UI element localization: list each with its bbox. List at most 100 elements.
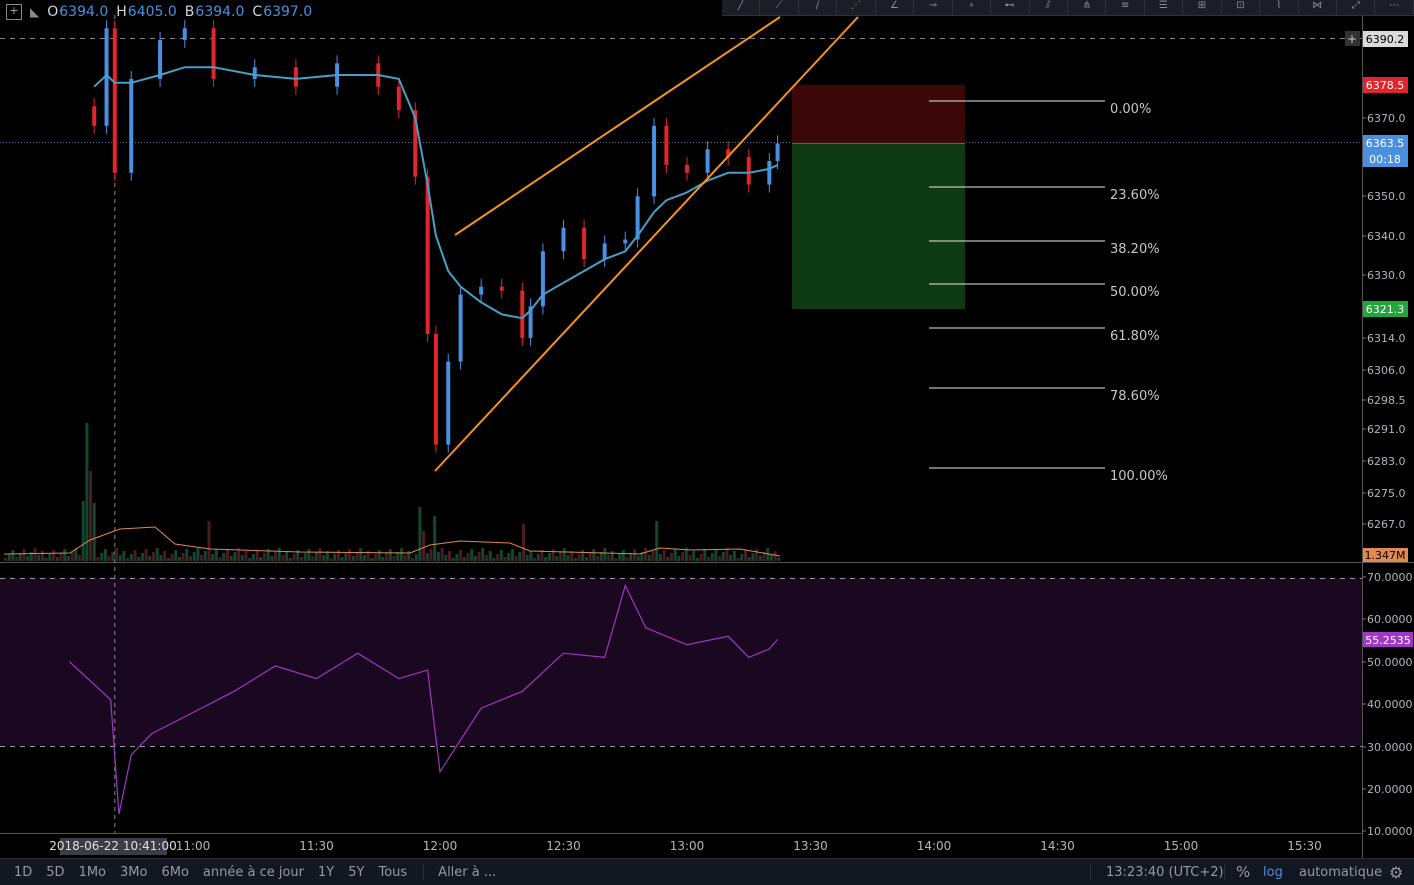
range-1d[interactable]: 1D [14, 865, 32, 880]
candle-body [433, 333, 438, 445]
volume-bar [562, 548, 566, 561]
pitchfork-tool-icon[interactable]: ⋔ [1068, 0, 1107, 14]
volume-bar [200, 555, 204, 561]
volume-bar [673, 549, 677, 561]
volume-bar [503, 557, 507, 561]
volume-bar [681, 552, 685, 561]
volume-bar [440, 548, 444, 561]
volume-bar [496, 554, 500, 561]
toolbar-divider [1224, 864, 1225, 880]
volume-bar [207, 521, 211, 561]
price-tick-label: 6298.5 [1367, 394, 1406, 407]
pattern-tool-icon[interactable]: ⋈ [1299, 0, 1337, 14]
volume-bar [588, 553, 592, 561]
volume-bar [522, 524, 525, 561]
candle-body [129, 78, 134, 173]
candle-body [746, 157, 751, 185]
measure-tool-icon[interactable]: ⤢ [1337, 0, 1376, 14]
price-badge-label: 6363.5 [1366, 137, 1405, 150]
fib-level-label: 78.60% [1110, 389, 1160, 404]
volume-bar [185, 549, 189, 561]
volume-bar [303, 553, 307, 561]
grid-tool-icon[interactable]: ⊞ [1183, 0, 1222, 14]
volume-bar [333, 554, 337, 561]
volume-bar [507, 553, 511, 561]
volume-bar [488, 551, 492, 561]
auto-scale-toggle[interactable]: automatique [1299, 865, 1382, 880]
clock[interactable]: 13:23:40 (UTC+2) [1106, 865, 1224, 880]
volume-bar [129, 554, 133, 561]
candle-body [211, 28, 216, 79]
range-5d[interactable]: 5D [46, 865, 64, 880]
volume-bar [614, 558, 618, 561]
candle-body [499, 286, 504, 291]
range-all[interactable]: Tous [378, 865, 407, 880]
angle-tool-icon[interactable]: ∠ [876, 0, 915, 14]
line-tool-icon[interactable]: ╱ [722, 0, 761, 14]
fib-level-label: 0.00% [1110, 102, 1151, 117]
volume-bar [181, 553, 185, 561]
collapse-icon[interactable]: ◣ [30, 5, 39, 19]
ray-tool-icon[interactable]: ⟋ [760, 0, 799, 14]
path-tool-icon[interactable]: ⋰ [837, 0, 876, 14]
range-1y[interactable]: 1Y [318, 865, 334, 880]
volume-bar [41, 551, 44, 561]
box-tool-icon[interactable]: ⊡ [1222, 0, 1261, 14]
range-1mo[interactable]: 1Mo [79, 865, 106, 880]
candle-body [458, 294, 463, 362]
volume-bar [481, 548, 485, 561]
goto-date-button[interactable]: Aller à ... [438, 865, 496, 880]
price-tick-label: 6370.0 [1367, 112, 1406, 125]
volume-bar [466, 553, 470, 561]
volume-bar [218, 557, 222, 561]
range-5y[interactable]: 5Y [348, 865, 364, 880]
segment-tool-icon[interactable]: ⊷ [991, 0, 1030, 14]
range-ytd[interactable]: année à ce jour [203, 865, 304, 880]
brush-tool-icon[interactable]: ⌇ [1260, 0, 1299, 14]
volume-bar [485, 555, 488, 561]
fib-level-label: 38.20% [1110, 242, 1160, 257]
volume-bar [174, 550, 178, 561]
volume-bar [170, 554, 174, 561]
price-chart[interactable]: 0.00% 23.60% 38.20% 50.00% 61.80% 78.60% 100.0… [0, 0, 1414, 858]
bottom-toolbar: 1D 5D 1Mo 3Mo 6Mo année à ce jour 1Y 5Y … [0, 858, 1414, 885]
volume-bar [177, 557, 181, 561]
volume-bar [222, 553, 226, 561]
volume-bar [211, 554, 215, 561]
volume-bar [688, 555, 692, 561]
volume-bar [633, 549, 636, 561]
volume-bar [22, 549, 26, 561]
node-tool-icon[interactable]: ∘ [953, 0, 992, 14]
volume-bar [214, 550, 218, 561]
rsi-tick-label: 70.0000 [1367, 571, 1413, 584]
rsi-tick-label: 20.0000 [1367, 783, 1413, 796]
volume-bar [751, 553, 755, 561]
volume-bar [666, 557, 670, 561]
range-3mo[interactable]: 3Mo [120, 865, 147, 880]
expand-icon[interactable]: + [6, 4, 22, 20]
gear-icon[interactable]: ⚙ [1389, 863, 1403, 882]
volume-bar [226, 549, 229, 561]
percent-scale-toggle[interactable]: % [1236, 863, 1250, 881]
volume-bar [422, 531, 426, 561]
volume-bar [651, 551, 655, 561]
volume-bar [425, 553, 429, 561]
price-tick-label: 6314.0 [1367, 332, 1406, 345]
volume-bar [340, 557, 344, 561]
wedge-upper-line [454, 16, 781, 236]
levels-tool-icon[interactable]: ☰ [1145, 0, 1184, 14]
volume-bar [307, 549, 311, 561]
time-tick-label: 15:30 [1287, 839, 1322, 853]
volume-bar [692, 551, 696, 561]
log-scale-toggle[interactable]: log [1263, 865, 1283, 880]
trend-tool-icon[interactable]: ∕ [799, 0, 838, 14]
hline-tool-icon[interactable]: ⊸ [914, 0, 953, 14]
volume-bar [374, 554, 377, 561]
fib-tool-icon[interactable]: ≡ [1106, 0, 1145, 14]
range-6mo[interactable]: 6Mo [161, 865, 188, 880]
more-tool-icon[interactable]: ⋯ [1375, 0, 1414, 14]
volume-bar [115, 548, 118, 561]
channel-tool-icon[interactable]: ⫽ [1030, 0, 1068, 14]
volume-bar [11, 550, 15, 561]
volume-bar [126, 558, 130, 561]
